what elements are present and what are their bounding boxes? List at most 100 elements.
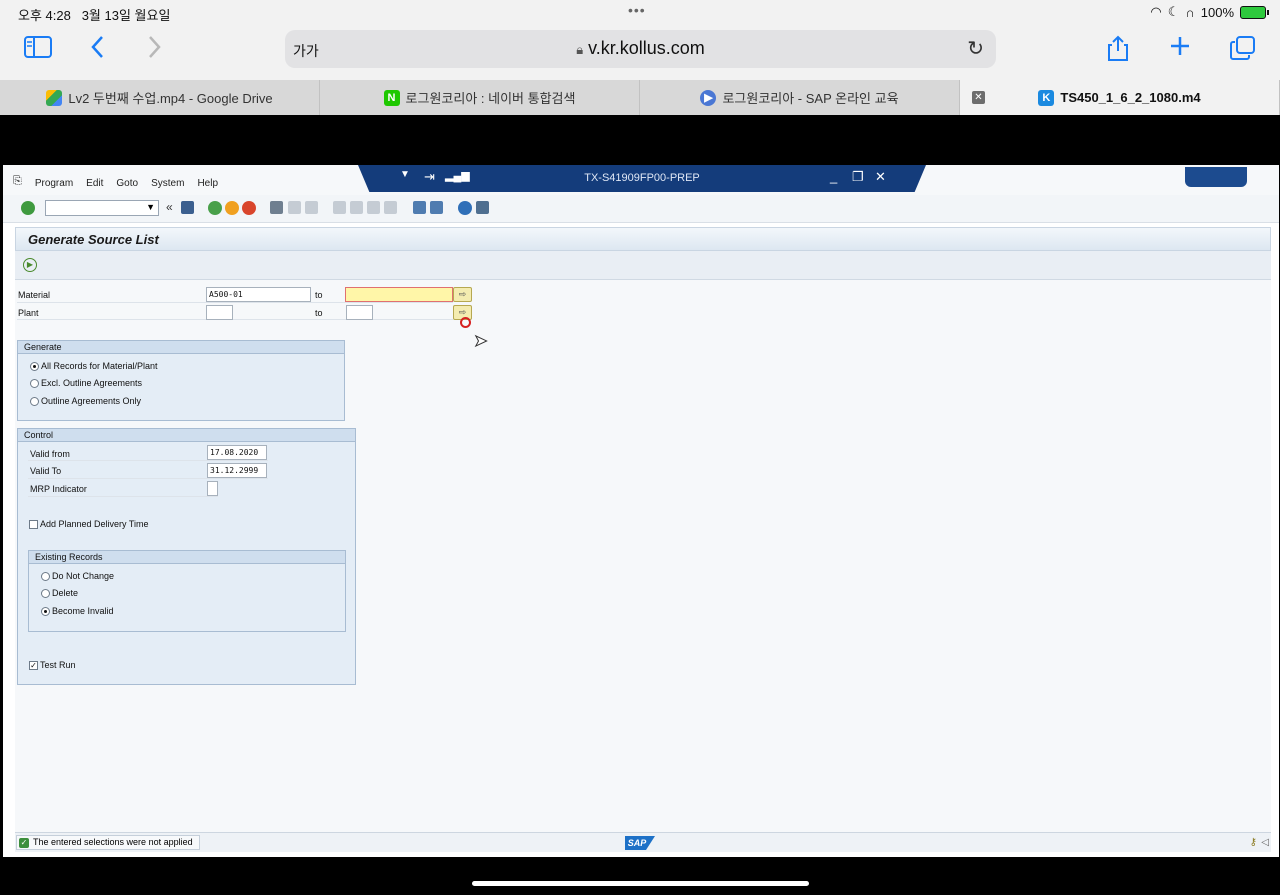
option-excl-outline[interactable]: Excl. Outline Agreements: [30, 378, 142, 388]
tab-google-drive[interactable]: Lv2 두번째 수업.mp4 - Google Drive: [0, 80, 320, 115]
status-message[interactable]: ✓ The entered selections were not applie…: [16, 835, 200, 850]
window-controls[interactable]: [1185, 167, 1247, 187]
naver-icon: N: [383, 89, 400, 106]
test-run-checkbox[interactable]: ✓: [29, 660, 38, 670]
print-icon[interactable]: [270, 201, 283, 214]
mouse-cursor-icon: ➤: [473, 333, 488, 351]
enter-icon[interactable]: [21, 201, 35, 215]
moon-icon: ☾: [1167, 4, 1180, 19]
multitask-dots-icon[interactable]: •••: [628, 2, 646, 18]
menu-exit-icon[interactable]: ⎘: [13, 175, 22, 189]
material-from-input[interactable]: A500-01: [206, 287, 311, 302]
sap-logo: SAP: [625, 836, 655, 850]
menu-program[interactable]: Program: [35, 178, 73, 189]
mrp-indicator-label: MRP Indicator: [30, 484, 87, 494]
forward-icon[interactable]: [146, 34, 162, 67]
radio-all-records[interactable]: [30, 361, 39, 371]
status-time: 오후 4:28: [18, 8, 71, 23]
radio-delete[interactable]: [41, 588, 50, 598]
tab-video[interactable]: ✕ K TS450_1_6_2_1080.m4: [960, 80, 1280, 115]
plant-from-input[interactable]: [206, 305, 233, 320]
execute-icon[interactable]: ▶: [23, 258, 37, 272]
material-multiple-selection-button[interactable]: ⇨: [453, 287, 472, 302]
option-all-records[interactable]: All Records for Material/Plant: [30, 361, 158, 371]
option-do-not-change[interactable]: Do Not Change: [41, 571, 114, 581]
option-become-invalid[interactable]: Become Invalid: [41, 606, 114, 616]
next-page-icon: [367, 201, 380, 214]
new-tab-icon[interactable]: [1168, 34, 1192, 65]
help-icon[interactable]: [458, 201, 472, 215]
share-icon[interactable]: [1106, 34, 1130, 69]
menu-edit[interactable]: Edit: [86, 178, 103, 189]
radio-become-invalid[interactable]: [41, 606, 50, 616]
add-planned-delivery-option[interactable]: Add Planned Delivery Time: [29, 519, 149, 529]
control-group-title: Control: [18, 429, 355, 442]
back-icon[interactable]: [90, 34, 106, 67]
browser-toolbar: 가가 🔒︎ v.kr.kollus.com ↻: [0, 26, 1280, 80]
material-to-input[interactable]: [345, 287, 453, 302]
find-next-icon: [305, 201, 318, 214]
browser-tabs: Lv2 두번째 수업.mp4 - Google Drive N 로그원코리아 :…: [0, 80, 1280, 115]
address-bar[interactable]: 가가 🔒︎ v.kr.kollus.com ↻: [285, 30, 996, 68]
shortcut-icon[interactable]: [430, 201, 443, 214]
plant-to-label: to: [315, 308, 323, 318]
collapse-icon[interactable]: «: [166, 200, 173, 214]
tab-sap-course[interactable]: ▶ 로그원코리아 - SAP 온라인 교육: [640, 80, 960, 115]
test-run-option[interactable]: ✓ Test Run: [29, 660, 76, 670]
option-delete[interactable]: Delete: [41, 588, 78, 598]
exit-icon[interactable]: [225, 201, 239, 215]
generate-group-title: Generate: [18, 341, 344, 354]
material-label: Material: [18, 290, 51, 300]
command-field[interactable]: ▼: [45, 200, 159, 216]
radio-excl-outline[interactable]: [30, 378, 39, 388]
previous-page-icon: [350, 201, 363, 214]
lock-icon: 🔒︎: [576, 42, 584, 57]
key-icon[interactable]: ⚷: [1250, 837, 1257, 848]
layout-menu-icon[interactable]: [476, 201, 489, 214]
play-icon: ▶: [700, 89, 717, 106]
find-icon: [288, 201, 301, 214]
sap-system-title: TX-S41909FP00-PREP: [584, 172, 700, 184]
new-session-icon[interactable]: [413, 201, 426, 214]
radio-outline-only[interactable]: [30, 396, 39, 406]
status-expand-icon[interactable]: ◁: [1261, 837, 1269, 848]
radio-do-not-change[interactable]: [41, 571, 50, 581]
restore-icon[interactable]: ❐: [852, 169, 864, 185]
option-outline-only[interactable]: Outline Agreements Only: [30, 396, 141, 406]
existing-records-title: Existing Records: [29, 551, 345, 564]
cancel-icon[interactable]: [242, 201, 256, 215]
valid-from-input[interactable]: 17.08.2020: [207, 445, 267, 460]
save-icon[interactable]: [181, 201, 194, 214]
ipad-status-bar: 오후 4:28 3월 13일 월요일 ••• ◠ ☾ ∩ 100%: [0, 0, 1280, 26]
minimize-icon[interactable]: _: [830, 169, 837, 184]
plant-to-input[interactable]: [346, 305, 373, 320]
back-nav-icon[interactable]: [208, 201, 222, 215]
generate-group: Generate All Records for Material/Plant …: [17, 340, 345, 421]
sap-status-bar: ✓ The entered selections were not applie…: [15, 832, 1271, 852]
sidebar-icon[interactable]: [24, 36, 52, 65]
valid-from-label: Valid from: [30, 449, 70, 459]
success-icon: ✓: [19, 837, 29, 848]
menu-system[interactable]: System: [151, 178, 184, 189]
close-tab-icon[interactable]: ✕: [972, 91, 985, 104]
battery-percent: 100%: [1200, 4, 1234, 20]
reload-icon[interactable]: ↻: [967, 36, 984, 61]
url-text: v.kr.kollus.com: [588, 38, 705, 58]
tab-overview-icon[interactable]: [1230, 36, 1256, 67]
mrp-indicator-input[interactable]: [207, 481, 218, 496]
selection-screen: Material A500-01 to ⇨ Plant to ⇨ Generat…: [15, 280, 1271, 832]
page-title: Generate Source List: [28, 232, 159, 247]
menu-help[interactable]: Help: [197, 178, 218, 189]
tab-naver[interactable]: N 로그원코리아 : 네이버 통합검색: [320, 80, 640, 115]
control-group: Control Valid from 17.08.2020 Valid To 3…: [17, 428, 356, 685]
last-page-icon: [384, 201, 397, 214]
close-window-icon[interactable]: ✕: [875, 169, 886, 185]
home-indicator[interactable]: [472, 881, 809, 886]
sap-title-banner: ▼ ⇥ ▂▄▆ TX-S41909FP00-PREP _ ❐ ✕: [358, 165, 926, 192]
sap-window: ⎘ Program Edit Goto System Help ▼ ⇥ ▂▄▆ …: [3, 165, 1279, 857]
menu-goto[interactable]: Goto: [116, 178, 138, 189]
add-planned-delivery-checkbox[interactable]: [29, 519, 38, 529]
valid-to-input[interactable]: 31.12.2999: [207, 463, 267, 478]
wifi-icon: ◠: [1150, 4, 1162, 19]
kollus-icon: K: [1038, 89, 1055, 106]
